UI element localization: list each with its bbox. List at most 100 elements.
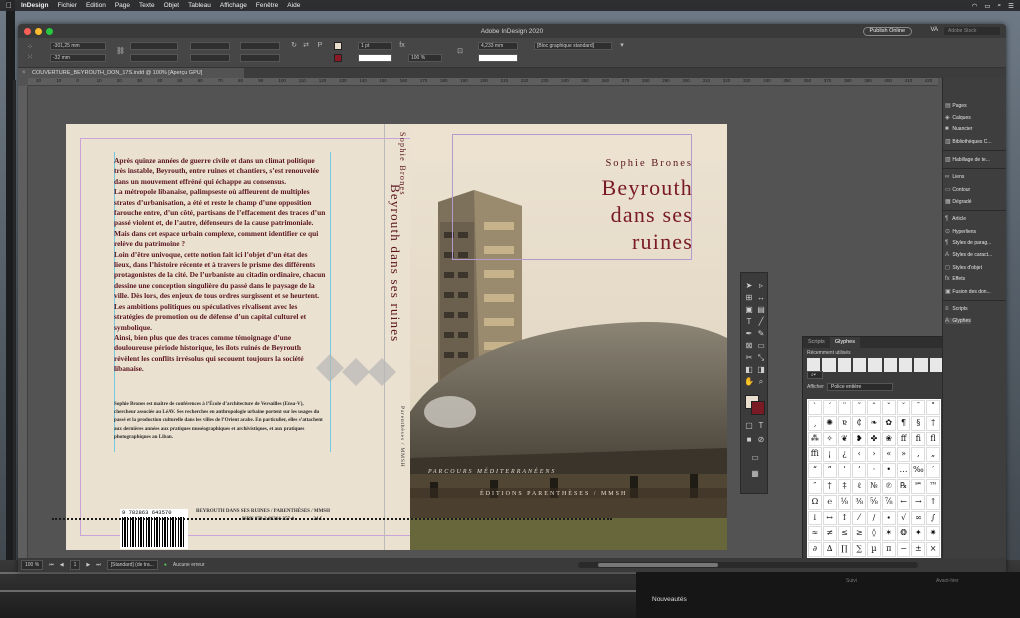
glyph-cell[interactable]: ≈ bbox=[808, 526, 822, 542]
zoom-tool-icon[interactable]: ⌕ bbox=[756, 377, 766, 387]
recent-glyph-slot[interactable] bbox=[868, 358, 882, 372]
glyph-cell[interactable]: ¸ bbox=[808, 415, 822, 431]
glyph-cell[interactable]: ✿ bbox=[881, 415, 896, 431]
glyph-cell[interactable]: ¨ bbox=[837, 400, 852, 415]
show-dropdown[interactable]: Police entière bbox=[827, 383, 893, 391]
glyph-cell[interactable]: … bbox=[896, 463, 911, 478]
overlay-title[interactable]: Nouveautés bbox=[652, 596, 687, 603]
selection-tool-icon[interactable]: ➤ bbox=[744, 281, 754, 291]
dock-panel-item[interactable]: ▧ Habillage de te... bbox=[945, 156, 990, 163]
type-tool-icon[interactable]: T bbox=[744, 317, 754, 327]
document-tab[interactable]: × COUVERTURE_BEYROUTH_DON_17S.indd @ 100… bbox=[18, 68, 244, 78]
glyph-cell[interactable]: ∏ bbox=[837, 542, 852, 557]
stroke-color-swatch[interactable] bbox=[751, 401, 765, 415]
front-title[interactable]: Beyrouth dans ses ruines bbox=[602, 174, 693, 255]
link-proportions-icon[interactable]: ⛓ bbox=[116, 48, 125, 56]
stroke-preview[interactable] bbox=[478, 54, 518, 62]
dock-panel-item[interactable]: A Glyphes bbox=[945, 318, 971, 324]
fx-icon[interactable]: fx bbox=[398, 42, 406, 50]
menu-item-page[interactable]: Page bbox=[115, 2, 130, 9]
glyph-cell[interactable]: ≤ bbox=[837, 526, 852, 542]
dock-panel-item[interactable]: A Styles de caract... bbox=[945, 252, 992, 258]
gap-tool-icon[interactable]: ↔ bbox=[756, 293, 766, 303]
menu-item-fichier[interactable]: Fichier bbox=[57, 2, 77, 9]
glyph-cell[interactable]: fl bbox=[926, 431, 940, 447]
glyph-search-input[interactable]: ⌕▾ bbox=[807, 371, 823, 379]
glyph-cell[interactable]: √ bbox=[896, 510, 911, 526]
search-icon[interactable]: ⌕ bbox=[998, 2, 1002, 10]
glyph-cell[interactable]: ✧ bbox=[822, 431, 837, 447]
glyph-cell[interactable]: ✤ bbox=[867, 431, 881, 447]
glyph-cell[interactable]: “ bbox=[808, 463, 822, 478]
glyph-cell[interactable]: ⅝ bbox=[867, 494, 881, 510]
dock-panel-item[interactable]: ⊙ Hyperliens bbox=[945, 228, 976, 235]
dock-panel-item[interactable]: ■ Nuancier bbox=[945, 126, 972, 132]
content-collector-icon[interactable]: ▣ bbox=[744, 305, 754, 315]
dock-panel-item[interactable]: ▣ Fusion des don... bbox=[945, 288, 991, 295]
menu-item-affichage[interactable]: Affichage bbox=[220, 2, 247, 9]
apply-none-icon[interactable]: ⊘ bbox=[756, 435, 766, 445]
glyph-cell[interactable]: fi bbox=[911, 431, 926, 447]
recent-glyph-slot[interactable] bbox=[822, 358, 836, 372]
glyph-cell[interactable]: † bbox=[926, 415, 940, 431]
series-name[interactable]: PARCOURS MÉDITERRANÉENS bbox=[428, 469, 556, 475]
first-page-icon[interactable]: ⏮ bbox=[49, 562, 54, 568]
dock-panel-item[interactable]: ▦ Dégradé bbox=[945, 198, 972, 205]
free-transform-tool-icon[interactable]: ⤡ bbox=[756, 353, 766, 363]
glyph-cell[interactable]: ≠ bbox=[822, 526, 837, 542]
stroke-weight-field[interactable]: 1 pt bbox=[358, 42, 392, 50]
glyph-cell[interactable]: ¯ bbox=[911, 400, 926, 415]
recent-glyph-slot[interactable] bbox=[929, 358, 943, 372]
line-tool-icon[interactable]: ╱ bbox=[756, 317, 766, 327]
horizontal-ruler[interactable]: 20 10 0 10 20 30 40 50 60 70 80 90 100 110 120 130 140 15… bbox=[28, 78, 953, 86]
glyph-cell[interactable]: ‡ bbox=[837, 478, 852, 494]
glyph-grid[interactable]: ` ´ ¨ ˜ ˆ ˇ ˘ ¯ ˚ ¸ ✺ ɐ ₵ ❧ ✿ ¶ § † ⁂ ✧ ❦ ❥ ✤ ❀ ff fi fl ffi ¡ ¿ ‹ › «» ‚… bbox=[807, 399, 941, 572]
account-initials[interactable]: VA bbox=[930, 27, 938, 33]
glyph-cell[interactable]: ‰ bbox=[911, 463, 926, 478]
glyph-cell[interactable]: • bbox=[881, 463, 896, 478]
dock-panel-item[interactable]: ▥ Bibliothèques C... bbox=[945, 138, 992, 145]
formatting-container-icon[interactable]: ▢ bbox=[744, 421, 754, 431]
recent-glyph-slot[interactable] bbox=[898, 358, 913, 372]
glyph-cell[interactable]: ≥ bbox=[852, 526, 867, 542]
front-author[interactable]: Sophie Brones bbox=[605, 158, 693, 169]
glyph-cell[interactable]: ⁂ bbox=[808, 431, 822, 447]
pencil-tool-icon[interactable]: ✎ bbox=[756, 329, 766, 339]
spine[interactable]: Sophie Brones Beyrouth dans ses ruines P… bbox=[384, 124, 412, 550]
glyph-cell[interactable]: ± bbox=[911, 542, 926, 557]
glyph-cell[interactable]: − bbox=[896, 542, 911, 557]
glyph-cell[interactable]: ⅛ bbox=[837, 494, 852, 510]
glyph-cell[interactable]: ✦ bbox=[911, 526, 926, 542]
glyph-cell[interactable]: ∑ bbox=[852, 542, 867, 557]
basic-style-dropdown[interactable]: [Standard] (de tra... bbox=[106, 560, 158, 570]
dock-panel-item[interactable]: ≡ Scripts bbox=[945, 306, 968, 312]
stroke-type-dropdown[interactable] bbox=[358, 54, 392, 62]
dock-panel-item[interactable]: ¶ Styles de parag... bbox=[945, 240, 991, 246]
width-field[interactable] bbox=[130, 42, 178, 50]
reference-point-icon[interactable]: ⁙ bbox=[26, 54, 34, 62]
pen-tool-icon[interactable]: ✒ bbox=[744, 329, 754, 339]
object-style-dropdown[interactable]: [Bloc graphique standard] bbox=[534, 42, 612, 50]
glyph-cell[interactable]: ∂ bbox=[808, 542, 822, 557]
reference-point-icon[interactable]: ⁘ bbox=[26, 44, 34, 52]
glyph-cell[interactable]: ffi bbox=[808, 447, 822, 463]
fitting-icon[interactable]: ⊡ bbox=[456, 48, 464, 56]
glyph-cell[interactable]: ɐ bbox=[837, 415, 852, 431]
glyph-cell[interactable]: ¡ bbox=[822, 447, 837, 463]
scissors-tool-icon[interactable]: ✂ bbox=[744, 353, 754, 363]
page-tool-icon[interactable]: ⊞ bbox=[744, 293, 754, 303]
glyph-cell[interactable]: × bbox=[926, 542, 940, 557]
glyph-cell[interactable]: „ bbox=[926, 447, 940, 463]
stroke-width-field[interactable]: 4,233 mm bbox=[478, 42, 518, 50]
recent-glyph-slot[interactable] bbox=[914, 358, 928, 372]
menu-item-texte[interactable]: Texte bbox=[139, 2, 155, 9]
glyph-cell[interactable]: ∙ bbox=[881, 510, 896, 526]
tab-scripts[interactable]: Scripts bbox=[803, 337, 830, 348]
glyph-cell[interactable]: ⅜ bbox=[852, 494, 867, 510]
glyph-cell[interactable]: ” bbox=[822, 463, 837, 478]
menu-item-edition[interactable]: Edition bbox=[86, 2, 106, 9]
y-position-field[interactable]: -32 mm bbox=[50, 54, 106, 62]
glyph-cell[interactable]: › bbox=[867, 447, 881, 463]
prev-page-icon[interactable]: ◀ bbox=[60, 562, 64, 568]
dock-panel-item[interactable]: ∞ Liens bbox=[945, 174, 964, 180]
